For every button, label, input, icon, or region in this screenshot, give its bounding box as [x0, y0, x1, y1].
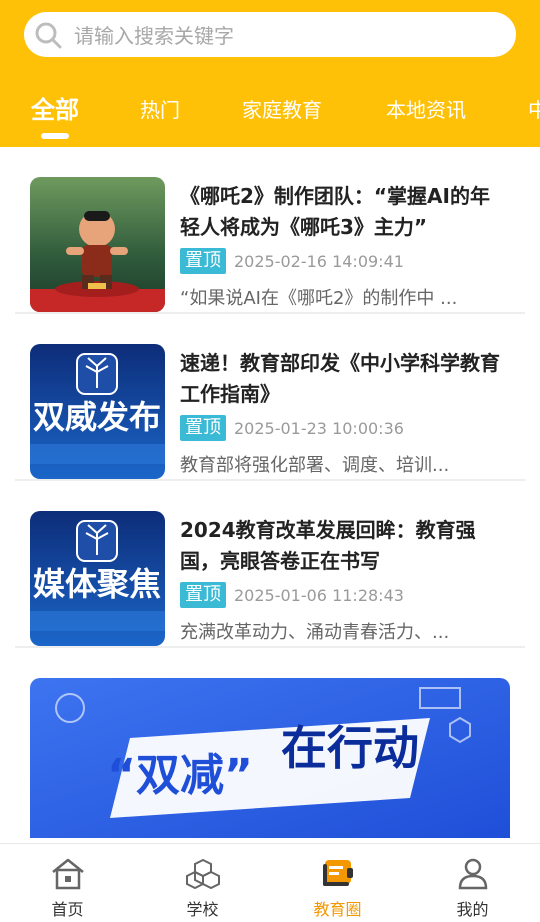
banner-text-right: 在行动 [281, 721, 419, 775]
home-icon [51, 858, 84, 890]
article-thumbnail: 媒体聚焦 [30, 511, 165, 646]
active-tab-indicator [41, 133, 69, 139]
search-input[interactable]: 请输入搜索关键字 [74, 20, 234, 49]
search-icon [35, 22, 62, 48]
article-thumbnail [30, 177, 165, 312]
article-title[interactable]: 2024教育改革发展回眸：教育强国，亮眼答卷正在书写 [180, 515, 500, 577]
article-meta: 置顶 2025-01-06 11:28:43 [180, 582, 404, 608]
article-title[interactable]: 速递！教育部印发《中小学科学教育工作指南》 [180, 348, 500, 410]
list-item[interactable]: 《哪吒2》制作团队：“掌握AI的年轻人将成为《哪吒3》主力” 置顶 2025-0… [15, 147, 525, 314]
article-summary: 教育部将强化部署、调度、培训... [180, 455, 450, 476]
pinned-badge: 置顶 [180, 582, 226, 608]
profile-icon [458, 858, 487, 890]
nav-education-circle[interactable]: 教育圈 [270, 844, 405, 922]
list-item[interactable]: 媒体聚焦 2024教育改革发展回眸：教育强国，亮眼答卷正在书写 置顶 2025-… [15, 481, 525, 648]
nav-home-label: 首页 [51, 900, 84, 919]
article-meta: 置顶 2025-02-16 14:09:41 [180, 248, 404, 274]
tab-hot[interactable]: 热门 [140, 88, 180, 134]
article-thumbnail: 双威发布 [30, 344, 165, 479]
nav-profile[interactable]: 我的 [405, 844, 540, 922]
search-bar[interactable]: 请输入搜索关键字 [24, 12, 516, 57]
tab-local-news[interactable]: 本地资讯 [386, 88, 466, 134]
nav-home[interactable]: 首页 [0, 844, 135, 922]
header: 请输入搜索关键字 全部 热门 家庭教育 本地资讯 中 [0, 0, 540, 147]
school-icon [185, 858, 220, 890]
banner-text-left: “双减” [107, 750, 253, 801]
article-title[interactable]: 《哪吒2》制作团队：“掌握AI的年轻人将成为《哪吒3》主力” [180, 181, 500, 243]
pinned-badge: 置顶 [180, 248, 226, 274]
nav-school[interactable]: 学校 [135, 844, 270, 922]
category-tabs: 全部 热门 家庭教育 本地资讯 中 [0, 88, 540, 138]
tab-all[interactable]: 全部 [31, 88, 79, 134]
article-summary: “如果说AI在《哪吒2》的制作中 ... [180, 288, 458, 309]
nav-profile-label: 我的 [456, 900, 489, 919]
list-item[interactable]: 双威发布 速递！教育部印发《中小学科学教育工作指南》 置顶 2025-01-23… [15, 314, 525, 481]
pinned-badge: 置顶 [180, 415, 226, 441]
nav-school-label: 学校 [186, 900, 219, 919]
article-summary: 充满改革动力、涌动青春活力、... [180, 622, 450, 643]
article-date: 2025-01-06 11:28:43 [234, 585, 404, 605]
double-reduction-banner[interactable]: “双减” 在行动 [30, 678, 510, 838]
tab-more[interactable]: 中 [528, 88, 540, 134]
article-date: 2025-02-16 14:09:41 [234, 251, 404, 271]
education-circle-icon [322, 860, 353, 886]
article-meta: 置顶 2025-01-23 10:00:36 [180, 415, 404, 441]
thumbnail-text: 媒体聚焦 [33, 565, 161, 603]
thumbnail-text: 双威发布 [33, 398, 161, 436]
bottom-navigation: 首页 学校 教育圈 我的 [0, 843, 540, 921]
article-date: 2025-01-23 10:00:36 [234, 418, 404, 438]
nav-education-circle-label: 教育圈 [313, 900, 362, 919]
tab-family-education[interactable]: 家庭教育 [242, 88, 322, 134]
